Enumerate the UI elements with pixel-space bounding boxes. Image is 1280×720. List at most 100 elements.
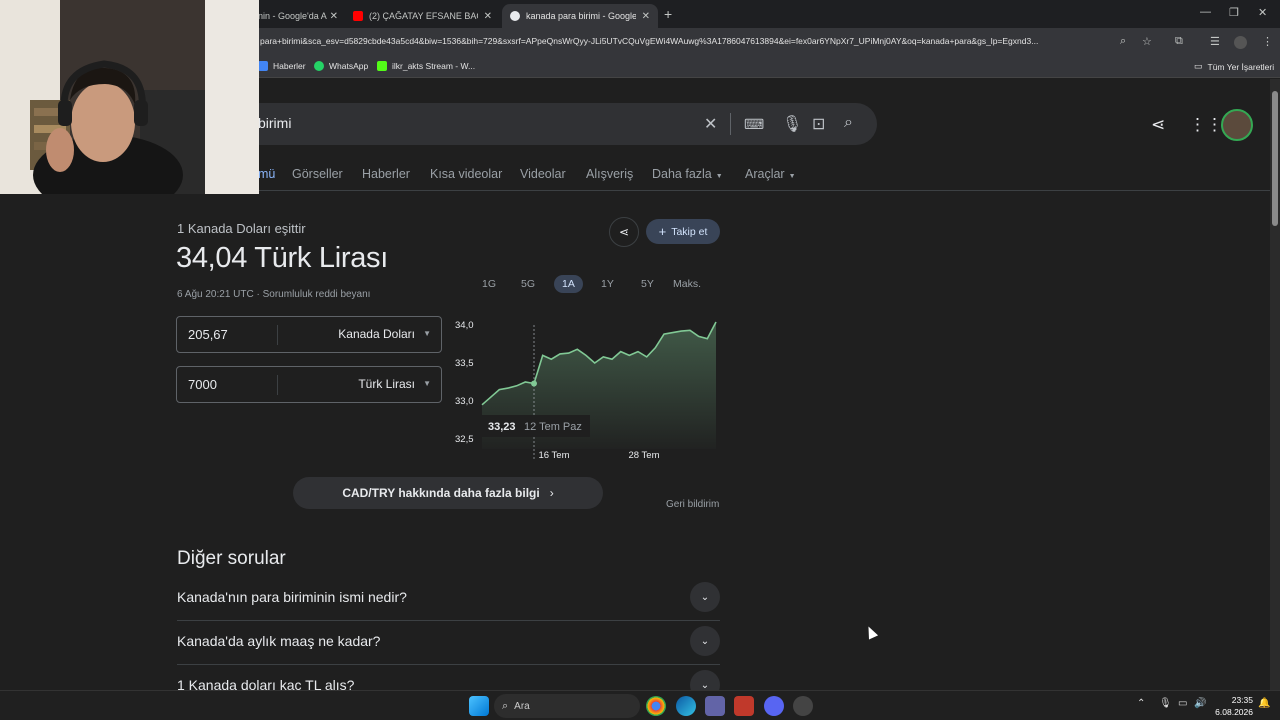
page-scrollbar[interactable] <box>1270 79 1280 690</box>
extensions-icon[interactable]: ⧉ <box>1175 35 1183 48</box>
question-text: 1 Kanada doları kaç TL alış? <box>177 677 355 690</box>
question-item[interactable]: Kanada'da aylık maaş ne kadar? ⌄ <box>177 621 720 665</box>
to-currency-field[interactable]: 7000 Türk Lirası ▼ <box>176 366 442 403</box>
rate-timestamp: 6 Ağu 20:21 UTC · Sorumluluk reddi beyan… <box>177 289 370 300</box>
scrollbar-thumb[interactable] <box>1272 91 1278 226</box>
teams-icon[interactable] <box>705 696 725 716</box>
rate-chart[interactable]: 34,0 33,5 33,0 32,5 33,23 12 Tem Paz 16 Tem 28 … <box>452 315 722 465</box>
chevron-down-icon[interactable]: ⌄ <box>690 582 720 612</box>
tab-shopping[interactable]: Alışveriş <box>586 167 633 181</box>
search-divider <box>730 113 731 135</box>
to-currency-select[interactable]: Türk Lirası <box>358 377 415 391</box>
follow-button[interactable]: + Takip et <box>646 219 720 244</box>
tab-more[interactable]: Daha fazla ▼ <box>652 167 723 181</box>
question-item[interactable]: Kanada'nın para biriminin ismi nedir? ⌄ <box>177 577 720 621</box>
menu-icon[interactable]: ⋮ <box>1262 35 1273 48</box>
search-query[interactable]: birimi <box>258 115 291 131</box>
conversion-label: 1 Kanada Doları eşittir <box>177 221 306 236</box>
chrome-icon[interactable] <box>646 696 666 716</box>
feedback-link[interactable]: Geri bildirim <box>666 499 719 510</box>
questions-title: Diğer sorular <box>177 548 286 569</box>
browser-tab-2[interactable]: (2) ÇAĞATAY EFSANE BAĞLAMA ✕ <box>345 4 500 28</box>
tab-title: (2) ÇAĞATAY EFSANE BAĞLAMA <box>369 11 478 21</box>
close-window-icon[interactable]: ✕ <box>1258 6 1267 19</box>
taskbar-search[interactable]: ⌕ Ara <box>494 694 640 718</box>
microphone-icon[interactable]: 🎙 <box>782 114 802 134</box>
close-tab-icon[interactable]: ✕ <box>636 11 650 22</box>
system-clock[interactable]: 23:35 6.08.2026 <box>1213 694 1253 718</box>
all-bookmarks[interactable]: ▭ Tüm Yer İşaretleri <box>1194 61 1274 72</box>
steam-icon[interactable] <box>793 696 813 716</box>
chevron-down-icon[interactable]: ▼ <box>423 329 431 338</box>
url-field[interactable]: para+birimi&sca_esv=d5829cbde43a5cd4&biw… <box>260 36 1110 46</box>
network-icon[interactable]: ▭ <box>1178 698 1187 709</box>
range-5d[interactable]: 5G <box>521 278 535 290</box>
chevron-down-icon[interactable]: ⌄ <box>690 626 720 656</box>
notification-icon[interactable]: 🔔 <box>1258 698 1270 709</box>
chevron-down-icon[interactable]: ▼ <box>423 379 431 388</box>
range-1d[interactable]: 1G <box>482 278 496 290</box>
bookmark-label: Haberler <box>273 61 306 71</box>
chevron-right-icon: › <box>549 486 554 500</box>
discord-icon[interactable] <box>764 696 784 716</box>
field-divider <box>277 325 278 345</box>
tab-news[interactable]: Haberler <box>362 167 410 181</box>
windows-start-icon[interactable] <box>469 696 489 716</box>
from-currency-select[interactable]: Kanada Doları <box>338 327 415 341</box>
from-amount-input[interactable]: 205,67 <box>188 327 228 342</box>
field-divider <box>277 375 278 395</box>
share-icon: ⋖ <box>618 225 630 239</box>
search-icon[interactable]: ⌕ <box>844 114 853 132</box>
bookmark-kick[interactable]: ilkr_akts Stream - W... <box>377 61 475 71</box>
range-max[interactable]: Maks. <box>673 278 701 290</box>
to-amount-input[interactable]: 7000 <box>188 377 217 392</box>
tab-images[interactable]: Görseller <box>292 167 343 181</box>
y-tick-label: 33,5 <box>455 358 474 369</box>
question-text: Kanada'nın para biriminin ismi nedir? <box>177 589 407 605</box>
tab-videos[interactable]: Videolar <box>520 167 566 181</box>
close-tab-icon[interactable]: ✕ <box>478 11 492 22</box>
bookmark-star-icon[interactable]: ☆ <box>1142 35 1152 48</box>
share-icon[interactable]: ⋖ <box>1151 115 1165 135</box>
tab-short-videos[interactable]: Kısa videolar <box>430 167 502 181</box>
browser-tab-1-label[interactable]: nin - Google'da A <box>252 4 332 28</box>
volume-icon[interactable]: 🔊 <box>1194 698 1206 709</box>
app-icon[interactable] <box>734 696 754 716</box>
bookmark-label: WhatsApp <box>329 61 369 71</box>
restore-icon[interactable]: ❐ <box>1229 6 1239 19</box>
minimize-icon[interactable]: — <box>1200 6 1211 18</box>
edge-icon[interactable] <box>676 696 696 716</box>
question-text: Kanada'da aylık maaş ne kadar? <box>177 633 381 649</box>
share-button[interactable]: ⋖ <box>609 217 639 247</box>
profile-icon[interactable] <box>1234 36 1247 49</box>
range-1y[interactable]: 1Y <box>601 278 614 290</box>
disclaimer-link[interactable]: Sorumluluk reddi beyanı <box>263 289 371 300</box>
tab-tools[interactable]: Araçlar ▼ <box>745 167 796 181</box>
chevron-down-icon[interactable]: ⌄ <box>690 670 720 690</box>
browser-tab-3[interactable]: kanada para birimi - Google'da ✕ <box>502 4 658 28</box>
y-tick-label: 33,0 <box>455 396 474 407</box>
range-5y[interactable]: 5Y <box>641 278 654 290</box>
more-info-button[interactable]: CAD/TRY hakkında daha fazla bilgi › <box>293 477 603 509</box>
webcam-person-image <box>0 0 259 194</box>
new-tab-icon[interactable]: + <box>664 6 672 22</box>
range-1m[interactable]: 1A <box>554 275 583 293</box>
keyboard-icon[interactable]: ⌨ <box>744 116 764 133</box>
clear-search-icon[interactable]: ✕ <box>704 114 717 134</box>
bookmark-whatsapp[interactable]: WhatsApp <box>314 61 368 71</box>
search-icon: ⌕ <box>502 699 509 712</box>
from-currency-field[interactable]: 205,67 Kanada Doları ▼ <box>176 316 442 353</box>
microphone-icon[interactable]: 🎙 <box>1159 698 1172 709</box>
bookmark-haberler[interactable]: Haberler <box>258 61 306 71</box>
news-icon <box>258 61 268 71</box>
zoom-icon[interactable]: ⌕ <box>1120 35 1126 48</box>
tab-all[interactable]: mü <box>258 167 275 181</box>
folder-icon: ▭ <box>1194 61 1203 71</box>
tray-overflow-icon[interactable]: ⌃ <box>1137 698 1145 709</box>
avatar[interactable] <box>1221 109 1253 141</box>
question-item[interactable]: 1 Kanada doları kaç TL alış? ⌄ <box>177 665 720 690</box>
lens-icon[interactable]: ⊡ <box>812 114 825 134</box>
taskbar: ⌕ Ara ⌃ 🎙 ▭ 🔊 23:35 6.08.2026 🔔 <box>0 690 1280 720</box>
search-box[interactable]: birimi ✕ ⌨ 🎙 ⊡ ⌕ <box>230 103 877 145</box>
media-icon[interactable]: ☰ <box>1210 35 1220 48</box>
